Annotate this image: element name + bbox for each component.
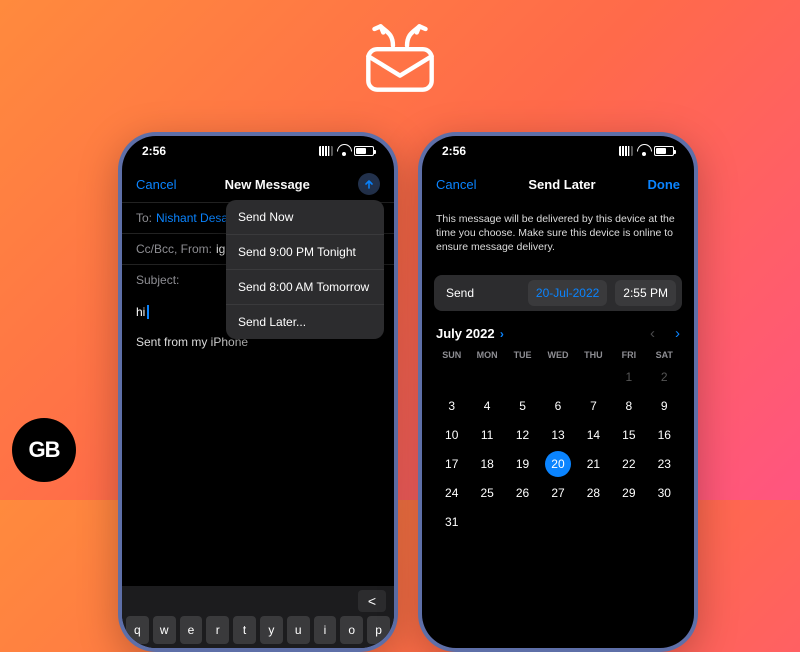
chevron-left-icon[interactable]: < <box>358 590 386 612</box>
calendar-day[interactable]: 17 <box>434 451 469 477</box>
dow-label: TUE <box>505 350 540 360</box>
calendar-day[interactable]: 1 <box>611 364 646 390</box>
nav-title: New Message <box>225 177 310 192</box>
key-t[interactable]: t <box>233 616 256 644</box>
status-time: 2:56 <box>142 144 166 158</box>
dow-label: WED <box>540 350 575 360</box>
phone-schedule: 2:56 Cancel Send Later Done This message… <box>418 132 698 652</box>
key-y[interactable]: y <box>260 616 283 644</box>
calendar-day[interactable]: 24 <box>434 480 469 506</box>
calendar-day[interactable]: 4 <box>469 393 504 419</box>
calendar-day[interactable]: 21 <box>576 451 611 477</box>
time-pill[interactable]: 2:55 PM <box>615 280 676 306</box>
to-label: To: <box>136 211 152 225</box>
chevron-right-icon: › <box>497 327 504 341</box>
calendar-day[interactable]: 22 <box>611 451 646 477</box>
dow-label: FRI <box>611 350 646 360</box>
done-button[interactable]: Done <box>648 177 681 192</box>
calendar-day[interactable]: 30 <box>647 480 682 506</box>
key-w[interactable]: w <box>153 616 176 644</box>
send-datetime-row: Send 20-Jul-2022 2:55 PM <box>434 275 682 311</box>
calendar-day[interactable]: 16 <box>647 422 682 448</box>
dow-label: SAT <box>647 350 682 360</box>
send-now-option[interactable]: Send Now <box>226 200 384 234</box>
send-tonight-option[interactable]: Send 9:00 PM Tonight <box>226 234 384 269</box>
send-later-option[interactable]: Send Later... <box>226 304 384 339</box>
cellular-signal-icon <box>319 146 333 156</box>
text-cursor <box>147 305 149 319</box>
calendar-day[interactable]: 2 <box>647 364 682 390</box>
cancel-button[interactable]: Cancel <box>136 177 176 192</box>
dow-label: SUN <box>434 350 469 360</box>
calendar-day[interactable]: 27 <box>540 480 575 506</box>
key-p[interactable]: p <box>367 616 390 644</box>
calendar-day[interactable]: 7 <box>576 393 611 419</box>
dow-label: MON <box>469 350 504 360</box>
calendar-day[interactable]: 9 <box>647 393 682 419</box>
key-o[interactable]: o <box>340 616 363 644</box>
body-text: hi <box>136 305 145 319</box>
status-time: 2:56 <box>442 144 466 158</box>
calendar-day[interactable]: 29 <box>611 480 646 506</box>
key-e[interactable]: e <box>180 616 203 644</box>
keyboard[interactable]: < qwertyuiop <box>122 586 394 648</box>
cc-value: ig <box>216 242 225 256</box>
compose-navbar: Cancel New Message <box>122 166 394 202</box>
gb-logo-badge: GB <box>12 418 76 482</box>
battery-icon <box>654 146 674 156</box>
key-u[interactable]: u <box>287 616 310 644</box>
cancel-button[interactable]: Cancel <box>436 177 476 192</box>
key-r[interactable]: r <box>206 616 229 644</box>
calendar-day[interactable]: 5 <box>505 393 540 419</box>
subject-label: Subject: <box>136 273 179 287</box>
calendar-day[interactable]: 31 <box>434 509 469 535</box>
cellular-signal-icon <box>619 146 633 156</box>
calendar-day[interactable]: 26 <box>505 480 540 506</box>
schedule-mail-hero-icon <box>356 14 444 100</box>
notch <box>508 136 608 156</box>
delivery-notice: This message will be delivered by this d… <box>422 202 694 265</box>
calendar-day[interactable]: 28 <box>576 480 611 506</box>
calendar: July 2022 › ‹ › SUNMONTUEWEDTHUFRISAT 12… <box>422 321 694 535</box>
phone-compose: 2:56 Cancel New Message To: Nishant Desa… <box>118 132 398 652</box>
key-q[interactable]: q <box>126 616 149 644</box>
calendar-day[interactable]: 6 <box>540 393 575 419</box>
month-label[interactable]: July 2022 › <box>436 326 504 341</box>
calendar-day[interactable]: 25 <box>469 480 504 506</box>
send-tomorrow-option[interactable]: Send 8:00 AM Tomorrow <box>226 269 384 304</box>
send-button[interactable] <box>358 173 380 195</box>
calendar-day[interactable]: 10 <box>434 422 469 448</box>
calendar-day[interactable]: 8 <box>611 393 646 419</box>
to-value: Nishant Desa <box>156 211 228 225</box>
calendar-day[interactable]: 19 <box>505 451 540 477</box>
wifi-icon <box>637 146 650 156</box>
send-label: Send <box>446 286 520 300</box>
calendar-day[interactable]: 3 <box>434 393 469 419</box>
prev-month-button[interactable]: ‹ <box>650 325 655 342</box>
calendar-day[interactable]: 23 <box>647 451 682 477</box>
next-month-button[interactable]: › <box>675 325 680 342</box>
key-i[interactable]: i <box>314 616 337 644</box>
wifi-icon <box>337 146 350 156</box>
calendar-day[interactable]: 12 <box>505 422 540 448</box>
calendar-day[interactable]: 18 <box>469 451 504 477</box>
notch <box>208 136 308 156</box>
calendar-day[interactable]: 15 <box>611 422 646 448</box>
nav-title: Send Later <box>528 177 595 192</box>
calendar-day[interactable]: 11 <box>469 422 504 448</box>
schedule-navbar: Cancel Send Later Done <box>422 166 694 202</box>
date-pill[interactable]: 20-Jul-2022 <box>528 280 607 306</box>
calendar-day[interactable]: 14 <box>576 422 611 448</box>
calendar-day[interactable]: 20 <box>545 451 571 477</box>
cc-label: Cc/Bcc, From: <box>136 242 212 256</box>
send-options-popup: Send Now Send 9:00 PM Tonight Send 8:00 … <box>226 200 384 339</box>
calendar-day[interactable]: 13 <box>540 422 575 448</box>
battery-icon <box>354 146 374 156</box>
dow-label: THU <box>576 350 611 360</box>
